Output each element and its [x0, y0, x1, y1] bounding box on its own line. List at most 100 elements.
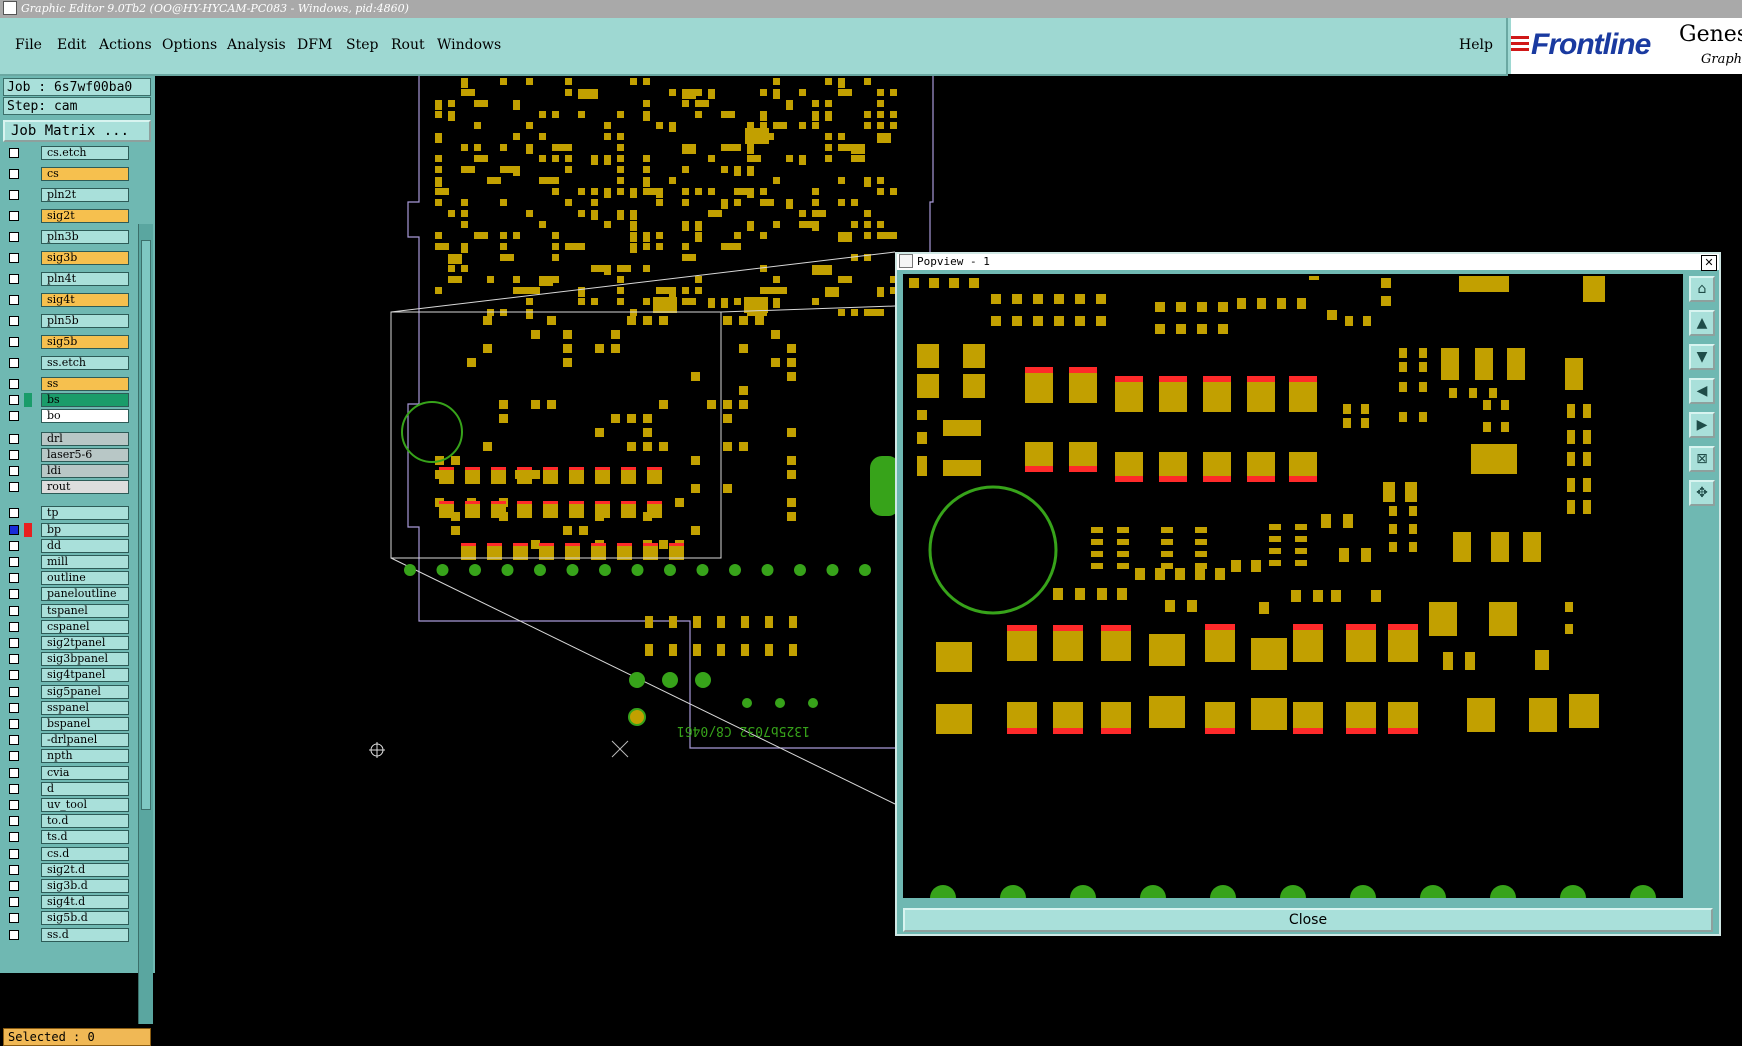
layer-row[interactable]: to.d — [6, 814, 129, 829]
layer-row[interactable]: cs.etch — [6, 146, 129, 160]
popview-pcb[interactable] — [903, 274, 1683, 911]
layer-row[interactable]: ss — [6, 377, 129, 391]
menu-step[interactable]: Step — [346, 37, 378, 53]
zoom-fit-icon[interactable]: ⊠ — [1689, 446, 1715, 472]
menu-help[interactable]: Help — [1459, 37, 1493, 53]
layer-row[interactable]: sig5b — [6, 335, 129, 349]
layer-checkbox[interactable] — [9, 358, 19, 368]
scrollbar-thumb[interactable] — [141, 240, 151, 810]
layer-name[interactable]: cs.d — [41, 846, 129, 861]
layer-row[interactable]: cs — [6, 167, 129, 181]
menu-analysis[interactable]: Analysis — [227, 37, 286, 53]
layer-name[interactable]: pln4t — [41, 272, 129, 286]
layer-checkbox[interactable] — [9, 508, 19, 519]
layer-name[interactable]: sig4t.d — [41, 895, 129, 910]
layer-name[interactable]: ss.etch — [41, 356, 129, 370]
layer-row[interactable]: dd — [6, 538, 129, 553]
menu-dfm[interactable]: DFM — [297, 37, 332, 53]
layer-checkbox[interactable] — [9, 557, 19, 567]
layer-checkbox[interactable] — [9, 589, 19, 600]
layer-row[interactable]: sig3b.d — [6, 879, 129, 893]
layer-row[interactable]: cs.d — [6, 846, 129, 861]
layer-row[interactable]: ldi — [6, 464, 129, 478]
layer-checkbox[interactable] — [9, 295, 19, 305]
layer-checkbox[interactable] — [9, 190, 19, 200]
menu-edit[interactable]: Edit — [57, 37, 86, 53]
layer-checkbox[interactable] — [9, 848, 19, 859]
layer-name[interactable]: paneloutline — [41, 587, 129, 602]
layer-checkbox[interactable] — [9, 686, 19, 697]
layer-row[interactable]: ss.d — [6, 927, 129, 942]
layer-checkbox[interactable] — [9, 211, 19, 221]
layer-row[interactable]: sig3bpanel — [6, 652, 129, 667]
layer-name[interactable]: sig2t — [41, 209, 129, 223]
layer-name[interactable]: ss.d — [41, 927, 129, 942]
layer-name[interactable]: sig5panel — [41, 684, 129, 699]
layer-checkbox[interactable] — [9, 832, 19, 843]
layer-row[interactable]: sig2t.d — [6, 862, 129, 877]
popview-close-button[interactable]: Close — [903, 908, 1713, 932]
layer-checkbox[interactable] — [9, 702, 19, 713]
layer-checkbox[interactable] — [9, 800, 19, 810]
layer-name[interactable]: bo — [41, 409, 129, 424]
layer-checkbox[interactable] — [9, 482, 19, 493]
layer-row[interactable]: -drlpanel — [6, 733, 129, 748]
layer-checkbox[interactable] — [9, 316, 19, 326]
layer-row[interactable]: bo — [6, 409, 129, 424]
layer-row[interactable]: bp — [6, 522, 129, 537]
layer-checkbox[interactable] — [9, 169, 19, 179]
layer-row[interactable]: mill — [6, 555, 129, 569]
layer-row[interactable]: sspanel — [6, 700, 129, 715]
layer-row[interactable]: pln2t — [6, 188, 129, 202]
layer-checkbox[interactable] — [9, 253, 19, 263]
zoom-home-icon[interactable]: ⌂ — [1689, 276, 1715, 302]
layer-checkbox[interactable] — [9, 719, 19, 729]
layer-checkbox[interactable] — [9, 881, 19, 891]
layer-checkbox[interactable] — [9, 783, 19, 794]
layer-name[interactable]: tspanel — [41, 603, 129, 618]
layer-name[interactable]: sig3b — [41, 251, 129, 265]
layer-row[interactable]: bspanel — [6, 717, 129, 731]
layer-name[interactable]: mill — [41, 555, 129, 569]
layer-checkbox[interactable] — [9, 864, 19, 875]
layer-row[interactable]: tp — [6, 506, 129, 521]
layer-checkbox[interactable] — [9, 148, 19, 158]
page-down-icon[interactable]: ▼ — [1689, 344, 1715, 370]
layer-name[interactable]: drl — [41, 431, 129, 446]
page-left-icon[interactable]: ◀ — [1689, 378, 1715, 404]
layer-row[interactable]: pln3b — [6, 230, 129, 244]
layer-row[interactable]: ts.d — [6, 830, 129, 845]
layer-name[interactable]: sig5b — [41, 335, 129, 349]
layer-name[interactable]: pln3b — [41, 230, 129, 244]
layer-name[interactable]: sig4tpanel — [41, 668, 129, 683]
layer-row[interactable]: sig4t.d — [6, 895, 129, 910]
menu-rout[interactable]: Rout — [391, 37, 425, 53]
layer-checkbox[interactable] — [9, 449, 19, 460]
layer-checkbox[interactable] — [9, 670, 19, 681]
layer-row[interactable]: sig3b — [6, 251, 129, 265]
layer-name[interactable]: cvia — [41, 765, 129, 780]
layer-name[interactable]: rout — [41, 480, 129, 495]
layer-checkbox[interactable] — [9, 379, 19, 389]
layer-checkbox[interactable] — [9, 411, 19, 422]
layer-row[interactable]: cspanel — [6, 619, 129, 634]
layer-checkbox[interactable] — [9, 767, 19, 778]
layer-checkbox[interactable] — [9, 540, 19, 551]
layer-row[interactable]: sig2t — [6, 209, 129, 223]
layer-name[interactable]: npth — [41, 749, 129, 764]
layer-name[interactable]: pln2t — [41, 188, 129, 202]
layer-row[interactable]: outline — [6, 571, 129, 586]
layer-row[interactable]: drl — [6, 431, 129, 446]
layer-name[interactable]: sig3bpanel — [41, 652, 129, 667]
layer-checkbox[interactable] — [9, 524, 19, 535]
layer-name[interactable]: cs.etch — [41, 146, 129, 160]
layer-checkbox[interactable] — [9, 337, 19, 347]
menu-file[interactable]: File — [15, 37, 42, 53]
layer-name[interactable]: sspanel — [41, 700, 129, 715]
layer-name[interactable]: pln5b — [41, 314, 129, 328]
layer-checkbox[interactable] — [9, 816, 19, 827]
layer-name[interactable]: ldi — [41, 464, 129, 478]
layer-checkbox[interactable] — [9, 274, 19, 284]
layer-checkbox[interactable] — [9, 897, 19, 908]
layer-checkbox[interactable] — [9, 433, 19, 444]
